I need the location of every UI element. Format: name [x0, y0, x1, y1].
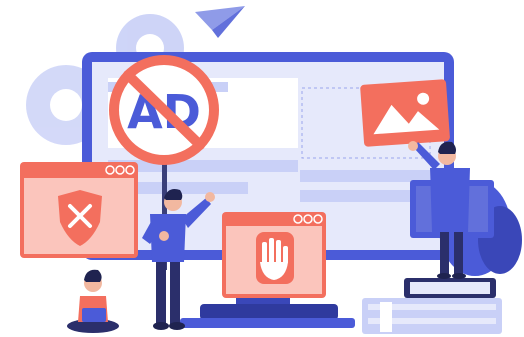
hand-stop-icon	[256, 232, 294, 284]
person-with-laptop	[67, 269, 119, 333]
adblock-illustration: AD	[20, 6, 522, 334]
paper-plane-icon	[195, 6, 245, 38]
image-popup-window	[360, 79, 450, 147]
shield-popup-window	[20, 162, 138, 258]
hand-stop-popup-window	[222, 212, 326, 298]
book-stack	[362, 278, 502, 334]
